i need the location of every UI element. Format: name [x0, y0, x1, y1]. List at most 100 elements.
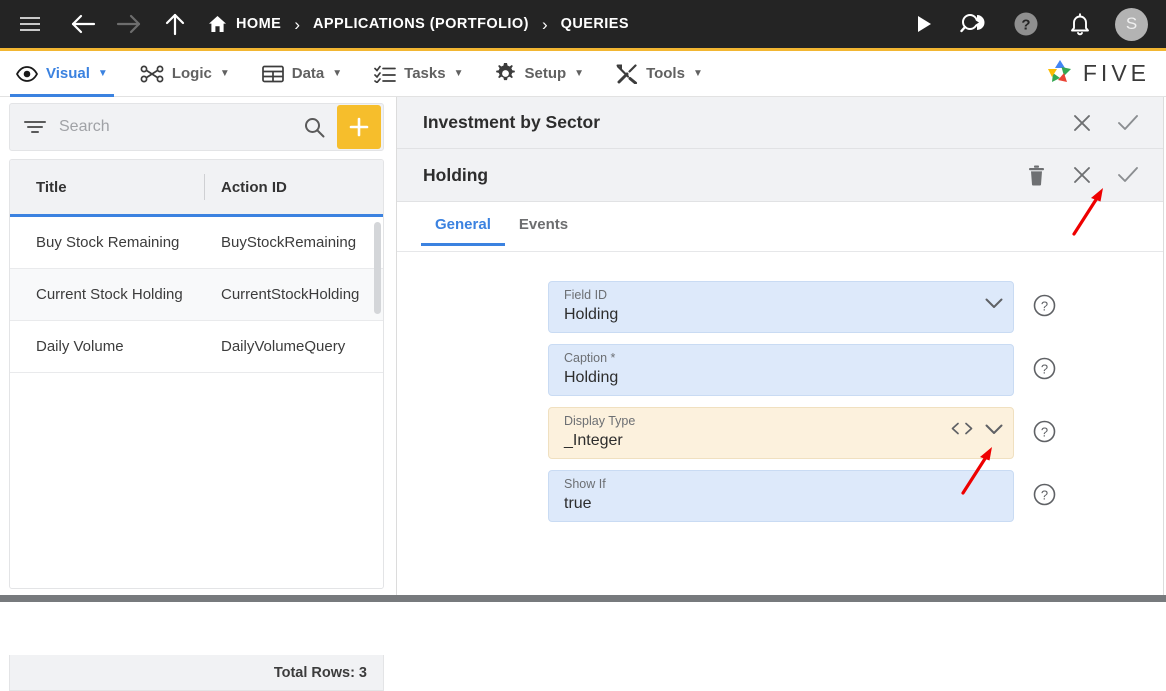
chevron-down-icon[interactable] [985, 422, 1003, 440]
breadcrumb-queries[interactable]: QUERIES [561, 16, 629, 32]
help-circle-icon[interactable]: ? [1033, 357, 1056, 380]
code-brackets-icon[interactable] [951, 422, 973, 440]
svg-text:?: ? [1041, 299, 1048, 314]
menu-item-tools-label: Tools [646, 65, 685, 82]
table-vertical-scrollbar[interactable] [374, 222, 381, 314]
notifications-bell-icon[interactable] [1053, 0, 1107, 50]
search-bar [9, 103, 384, 151]
column-header-title[interactable]: Title [10, 179, 204, 196]
field-id-label: Field ID [564, 288, 608, 302]
show-if-label: Show If [564, 477, 606, 491]
table-row[interactable]: Current Stock Holding CurrentStockHoldin… [10, 269, 383, 321]
field-row-show-if: Show If true ? [397, 470, 1163, 522]
table-grid-icon [261, 65, 284, 83]
field-id-value: Holding [564, 306, 619, 323]
menu-item-data-label: Data [291, 65, 325, 82]
tools-icon [616, 63, 638, 84]
holding-field-header: Holding [397, 149, 1163, 202]
menu-item-setup-label: Setup [524, 65, 567, 82]
help-circle-icon[interactable]: ? [1033, 420, 1056, 443]
field-row-display-type: Display Type _Integer ? [397, 407, 1163, 459]
menu-item-data[interactable]: Data ▼ [246, 51, 358, 97]
total-rows-label: Total Rows: 3 [273, 664, 367, 681]
column-divider[interactable] [204, 174, 205, 200]
table-row[interactable]: Daily Volume DailyVolumeQuery [10, 321, 383, 373]
chevron-down-icon: ▼ [692, 67, 703, 79]
cell-action-id: DailyVolumeQuery [221, 338, 346, 355]
breadcrumb-separator-1: › [294, 14, 300, 34]
cell-title: Current Stock Holding [36, 286, 183, 303]
caption-input[interactable]: Caption * Holding [548, 344, 1014, 396]
queries-list-panel: Title Action ID Buy Stock Remaining BuyS… [0, 97, 393, 691]
five-pinwheel-icon [1045, 57, 1075, 90]
caption-label: Caption * [564, 351, 616, 365]
chevron-down-icon: ▼ [574, 67, 585, 79]
gear-icon [495, 63, 516, 84]
display-type-icons [951, 422, 1003, 440]
top-bar: HOME › APPLICATIONS (PORTFOLIO) › QUERIE… [0, 0, 1166, 51]
holding-title: Holding [423, 164, 489, 185]
chevron-down-icon: ▼ [332, 67, 343, 79]
column-header-action-id[interactable]: Action ID [204, 179, 287, 196]
menu-item-visual[interactable]: Visual ▼ [0, 51, 124, 97]
display-type-input[interactable]: Display Type _Integer [548, 407, 1014, 459]
total-rows-bar: Total Rows: 3 [9, 655, 384, 691]
hamburger-menu-icon[interactable] [0, 0, 60, 50]
breadcrumb-home[interactable]: HOME [208, 15, 281, 33]
filter-icon[interactable] [10, 120, 59, 134]
chevron-down-icon: ▼ [453, 67, 464, 79]
forward-arrow-icon[interactable] [106, 0, 152, 50]
confirm-check-icon[interactable] [1105, 97, 1151, 148]
table-header-row: Title Action ID [10, 160, 383, 217]
breadcrumb-home-label: HOME [236, 16, 282, 32]
show-if-input[interactable]: Show If true [548, 470, 1014, 522]
show-if-value: true [564, 495, 592, 512]
display-type-label: Display Type [564, 414, 636, 428]
breadcrumb-separator-2: › [541, 14, 548, 34]
trash-icon[interactable] [1013, 149, 1059, 201]
five-brand-logo: FIVE [1045, 57, 1166, 90]
checklist-icon [374, 65, 397, 83]
field-row-field-id: Field ID Holding ? [397, 281, 1163, 333]
logic-nodes-icon [140, 65, 164, 83]
up-arrow-icon[interactable] [152, 0, 198, 50]
detail-panel: Investment by Sector Holding General Eve… [396, 97, 1164, 595]
menu-item-logic[interactable]: Logic ▼ [124, 51, 246, 97]
menu-item-tasks[interactable]: Tasks ▼ [358, 51, 479, 97]
cell-action-id: CurrentStockHolding [221, 286, 360, 303]
table-row[interactable]: Buy Stock Remaining BuyStockRemaining [10, 217, 383, 269]
close-x-icon[interactable] [1059, 149, 1105, 201]
queries-table: Title Action ID Buy Stock Remaining BuyS… [9, 159, 384, 589]
back-arrow-icon[interactable] [60, 0, 106, 50]
menu-item-setup[interactable]: Setup ▼ [479, 51, 600, 97]
cell-title: Buy Stock Remaining [36, 234, 180, 251]
user-avatar[interactable]: S [1115, 7, 1148, 41]
run-play-icon[interactable] [901, 0, 947, 50]
horizontal-scrollbar[interactable] [0, 595, 1166, 602]
help-circle-icon[interactable]: ? [1033, 294, 1056, 317]
add-query-button[interactable] [337, 105, 381, 149]
search-input[interactable] [59, 118, 292, 136]
close-x-icon[interactable] [1059, 97, 1105, 148]
help-circle-icon[interactable]: ? [1033, 483, 1056, 506]
field-id-input[interactable]: Field ID Holding [548, 281, 1014, 333]
tab-general[interactable]: General [421, 216, 505, 246]
field-id-icons [985, 296, 1003, 314]
search-play-icon[interactable] [947, 0, 999, 50]
confirm-check-icon[interactable] [1105, 149, 1151, 201]
menu-item-tools[interactable]: Tools ▼ [600, 51, 719, 97]
tab-events[interactable]: Events [505, 216, 582, 246]
chevron-down-icon[interactable] [985, 296, 1003, 314]
caption-value: Holding [564, 369, 619, 386]
breadcrumb-applications[interactable]: APPLICATIONS (PORTFOLIO) [313, 16, 529, 32]
menu-item-visual-label: Visual [46, 65, 90, 82]
help-circle-icon[interactable]: ? [999, 0, 1053, 50]
magnifier-icon[interactable] [292, 117, 337, 138]
eye-icon [16, 65, 38, 82]
investment-by-sector-header: Investment by Sector [397, 97, 1163, 149]
home-icon [209, 16, 226, 32]
menu-item-logic-label: Logic [171, 65, 212, 82]
svg-text:?: ? [1041, 425, 1048, 440]
five-brand-text: FIVE [1082, 60, 1150, 86]
field-row-caption: Caption * Holding ? [397, 344, 1163, 396]
